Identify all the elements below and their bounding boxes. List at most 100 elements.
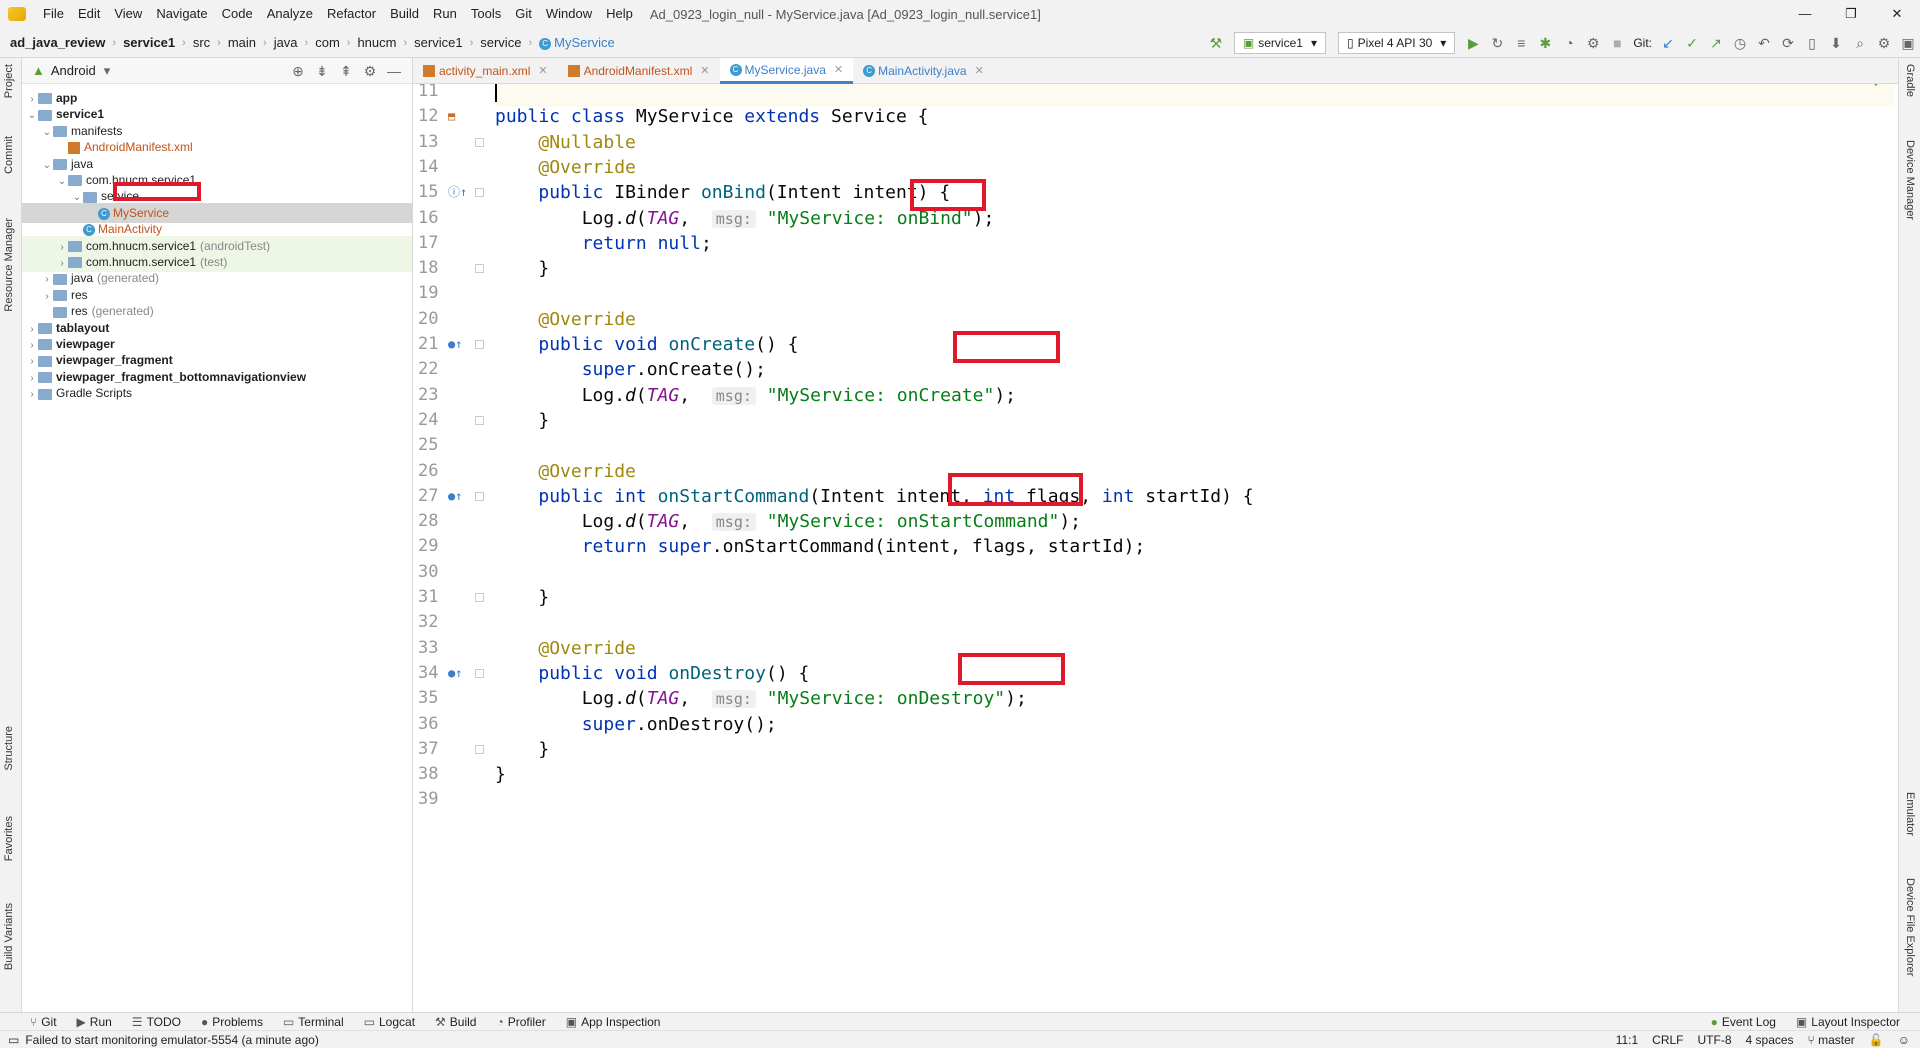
tool-profiler[interactable]: ◔ Profiler	[486, 1015, 555, 1029]
breadcrumb-item[interactable]: service1	[121, 35, 177, 50]
debug-icon[interactable]: ✱	[1533, 35, 1557, 52]
fold-marker-icon[interactable]	[475, 137, 484, 147]
layout-inspector-button[interactable]: ▣ Layout Inspector	[1786, 1015, 1910, 1029]
stop-icon[interactable]: ■	[1605, 35, 1629, 51]
menu-build[interactable]: Build	[383, 0, 426, 28]
fold-marker-icon[interactable]	[475, 491, 484, 501]
run-icon[interactable]: ▶	[1461, 35, 1485, 52]
close-tab-icon[interactable]: ✕	[538, 58, 547, 84]
tool-logcat[interactable]: ▭ Logcat	[354, 1015, 425, 1029]
apply-code-icon[interactable]: ≡	[1509, 35, 1533, 51]
code-editor[interactable]: 11 12 ⬒ 13 14 15 ⓘ↑ 16 17 18 19 20 21 ●↑ 22 23 24 25 26 27 ●…	[413, 84, 1898, 1012]
tool-todo[interactable]: ☰ TODO	[122, 1015, 191, 1029]
git-branch[interactable]: ⑂ master	[1808, 1033, 1855, 1047]
code-line[interactable]: }	[495, 582, 549, 613]
tool-commit[interactable]: Commit	[3, 136, 15, 174]
menu-run[interactable]: Run	[426, 0, 464, 28]
tool-gradle[interactable]: Gradle	[1904, 64, 1916, 97]
git-update-icon[interactable]: ↙	[1656, 35, 1680, 52]
fold-marker-icon[interactable]	[475, 415, 484, 425]
tool-emulator[interactable]: Emulator	[1904, 792, 1916, 836]
breadcrumb-item[interactable]: java	[272, 35, 300, 50]
tab-activity_main-xml[interactable]: activity_main.xml ✕	[413, 58, 558, 84]
tool-build-variants[interactable]: Build Variants	[3, 903, 15, 970]
apply-changes-icon[interactable]: ↻	[1485, 35, 1509, 52]
build-hammer-icon[interactable]: ⚒	[1204, 35, 1228, 52]
breadcrumb-item[interactable]: com	[313, 35, 342, 50]
breadcrumb-item[interactable]: main	[226, 35, 258, 50]
git-commit-icon[interactable]: ✓	[1680, 35, 1704, 52]
close-tab-icon[interactable]: ✕	[700, 58, 709, 84]
settings-icon[interactable]: ⚙	[1872, 35, 1896, 52]
menu-edit[interactable]: Edit	[71, 0, 107, 28]
sync-gradle-icon[interactable]: ⟳	[1776, 35, 1800, 52]
tool-resource-manager[interactable]: Resource Manager	[3, 218, 15, 312]
code-line[interactable]: }	[495, 405, 549, 436]
menu-tools[interactable]: Tools	[464, 0, 508, 28]
history-icon[interactable]: ◷	[1728, 35, 1752, 52]
profile-icon[interactable]: ◔	[1557, 35, 1581, 51]
menu-refactor[interactable]: Refactor	[320, 0, 383, 28]
tab-myservice-java[interactable]: C MyService.java ✕	[719, 57, 854, 84]
search-icon[interactable]: ⌕	[1848, 35, 1872, 52]
indent-setting[interactable]: 4 spaces	[1746, 1033, 1794, 1047]
breadcrumb-item[interactable]: C MyService	[537, 35, 617, 50]
sdk-manager-icon[interactable]: ⬇	[1824, 35, 1848, 52]
fold-marker-icon[interactable]	[475, 744, 484, 754]
device-select[interactable]: ▯ Pixel 4 API 30 ▾	[1337, 32, 1456, 54]
menu-analyze[interactable]: Analyze	[260, 0, 320, 28]
tree-item[interactable]: › Gradle Scripts	[22, 383, 412, 403]
menu-navigate[interactable]: Navigate	[149, 0, 214, 28]
collapse-all-icon[interactable]: ⇞	[334, 63, 358, 80]
close-button[interactable]: ✕	[1874, 0, 1920, 28]
hide-icon[interactable]: —	[382, 63, 406, 79]
tool-build[interactable]: ⚒ Build	[425, 1015, 486, 1029]
tool-run[interactable]: ▶ Run	[67, 1015, 122, 1029]
device-manager-icon[interactable]: ▯	[1800, 35, 1824, 52]
git-push-icon[interactable]: ↗	[1704, 35, 1728, 52]
tool-device-manager[interactable]: Device Manager	[1904, 140, 1916, 220]
maximize-button[interactable]: ❐	[1828, 0, 1874, 28]
menu-window[interactable]: Window	[539, 0, 599, 28]
chevron-icon[interactable]: ›	[26, 385, 38, 405]
fold-marker-icon[interactable]	[475, 188, 484, 198]
code-line[interactable]: }	[495, 253, 549, 284]
menu-help[interactable]: Help	[599, 0, 640, 28]
menu-file[interactable]: File	[36, 0, 71, 28]
locate-icon[interactable]: ⊕	[286, 63, 310, 80]
breadcrumb-item[interactable]: hnucm	[355, 35, 398, 50]
fold-marker-icon[interactable]	[475, 593, 484, 602]
tool-terminal[interactable]: ▭ Terminal	[273, 1015, 354, 1029]
expand-all-icon[interactable]: ⇟	[310, 63, 334, 80]
menu-view[interactable]: View	[107, 0, 149, 28]
minimize-button[interactable]: —	[1782, 0, 1828, 28]
rollback-icon[interactable]: ↶	[1752, 35, 1776, 52]
attach-debugger-icon[interactable]: ⚙	[1581, 35, 1605, 52]
breadcrumb-item[interactable]: ad_java_review	[8, 35, 107, 50]
menu-git[interactable]: Git	[508, 0, 539, 28]
tool-structure[interactable]: Structure	[3, 726, 15, 771]
tool-device-file-explorer[interactable]: Device File Explorer	[1904, 878, 1916, 976]
project-view-select[interactable]: Android	[51, 63, 96, 78]
lock-icon[interactable]: 🔓	[1869, 1033, 1884, 1047]
line-separator[interactable]: CRLF	[1652, 1033, 1683, 1047]
tab-mainactivity-java[interactable]: C MainActivity.java ✕	[853, 58, 994, 84]
gutter-line[interactable]: 39	[413, 784, 489, 815]
breadcrumb-item[interactable]: service1	[412, 35, 464, 50]
gear-icon[interactable]: ⚙	[358, 63, 382, 80]
menu-code[interactable]: Code	[215, 0, 260, 28]
layout-icon[interactable]: ▣	[1896, 35, 1920, 52]
file-encoding[interactable]: UTF-8	[1698, 1033, 1732, 1047]
fold-marker-icon[interactable]	[475, 668, 484, 678]
code-line[interactable]: return super.onStartCommand(intent, flag…	[495, 531, 1146, 562]
chevron-down-icon[interactable]: ▾	[104, 63, 111, 79]
close-tab-icon[interactable]: ✕	[834, 57, 843, 83]
close-tab-icon[interactable]: ✕	[975, 58, 984, 84]
event-log-button[interactable]: ● Event Log	[1701, 1015, 1786, 1029]
tab-androidmanifest-xml[interactable]: AndroidManifest.xml ✕	[558, 58, 720, 84]
fold-marker-icon[interactable]	[475, 340, 484, 349]
cursor-position[interactable]: 11:1	[1616, 1033, 1638, 1047]
feedback-icon[interactable]: ☺	[1898, 1033, 1910, 1047]
run-config-select[interactable]: ▣ service1 ▾	[1233, 32, 1326, 54]
tool-problems[interactable]: ● Problems	[191, 1015, 273, 1029]
